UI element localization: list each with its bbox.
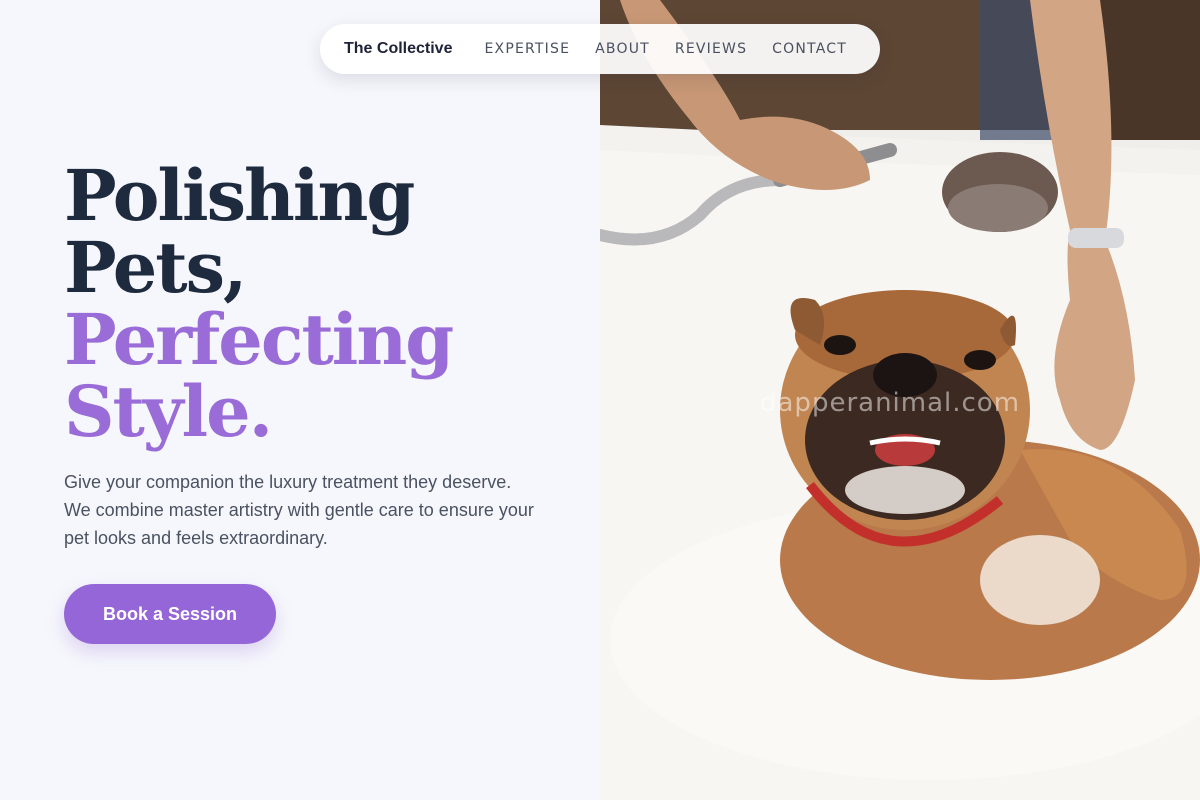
- photo-watermark: dapperanimal.com: [760, 388, 1021, 418]
- nav-link-expertise[interactable]: EXPERTISE: [484, 41, 570, 57]
- brand-logo[interactable]: The Collective: [344, 40, 452, 58]
- hero-description: Give your companion the luxury treatment…: [64, 472, 534, 548]
- headline-line-2: Pets,: [64, 226, 247, 309]
- headline-line-1: Polishing: [64, 154, 415, 237]
- hero-photo: dapperanimal.com: [600, 0, 1200, 800]
- headline-line-3: Perfecting: [64, 298, 454, 381]
- nav-link-reviews[interactable]: REVIEWS: [675, 41, 747, 57]
- headline-line-4: Style.: [64, 370, 273, 453]
- hero-headline: Polishing Pets, Perfecting Style.: [64, 154, 454, 453]
- top-navigation: The Collective EXPERTISE ABOUT REVIEWS C…: [320, 24, 880, 74]
- nav-link-about[interactable]: ABOUT: [595, 41, 650, 57]
- nav-link-contact[interactable]: CONTACT: [772, 41, 847, 57]
- nav-links: EXPERTISE ABOUT REVIEWS CONTACT: [484, 41, 846, 57]
- book-session-button[interactable]: Book a Session: [64, 584, 276, 644]
